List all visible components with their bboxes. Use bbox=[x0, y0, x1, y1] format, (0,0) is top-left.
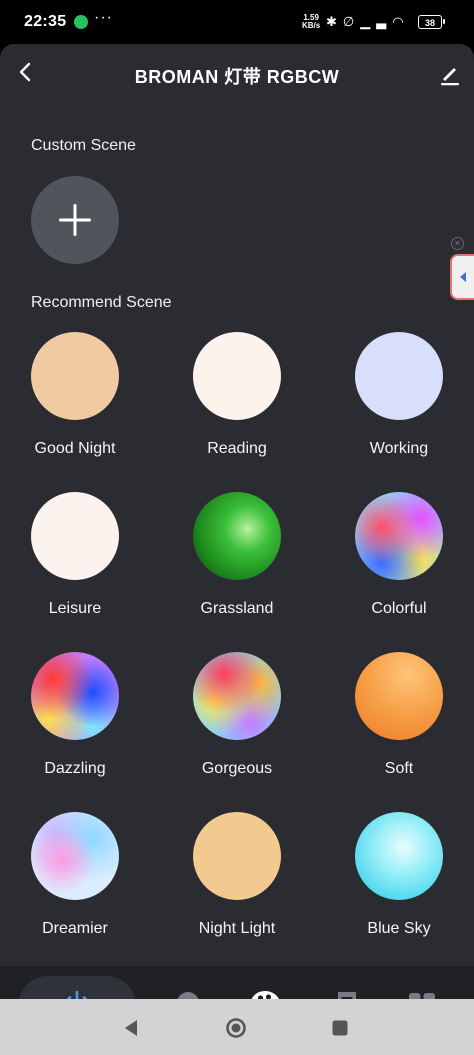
nav-more[interactable] bbox=[404, 988, 440, 999]
scene-swatch bbox=[355, 492, 443, 580]
scene-dazzling[interactable]: Dazzling bbox=[0, 652, 150, 778]
scene-leisure[interactable]: Leisure bbox=[0, 492, 150, 618]
edit-button[interactable] bbox=[438, 62, 462, 86]
floating-close-icon[interactable]: ✕ bbox=[451, 237, 464, 250]
signal-icon: ▁▃ bbox=[360, 14, 393, 29]
scene-label: Leisure bbox=[48, 600, 102, 617]
scene-blue-sky[interactable]: Blue Sky bbox=[324, 812, 474, 938]
scene-swatch bbox=[31, 812, 119, 900]
scene-swatch bbox=[355, 812, 443, 900]
battery-icon: 38 bbox=[418, 15, 445, 29]
scene-swatch bbox=[31, 332, 119, 420]
add-scene-button[interactable] bbox=[31, 176, 119, 264]
custom-scene-title: Custom Scene bbox=[31, 137, 136, 154]
nav-light[interactable] bbox=[170, 988, 206, 999]
mute-icon: ∅ bbox=[342, 14, 361, 29]
scene-swatch bbox=[193, 332, 281, 420]
scene-working[interactable]: Working bbox=[324, 332, 474, 458]
power-icon bbox=[66, 990, 88, 999]
scene-label: Good Night bbox=[34, 440, 116, 457]
scene-colorful[interactable]: Colorful bbox=[324, 492, 474, 618]
scene-swatch bbox=[355, 652, 443, 740]
system-back-button[interactable] bbox=[120, 1017, 142, 1039]
scene-label: Gorgeous bbox=[201, 760, 273, 777]
plus-icon bbox=[59, 204, 91, 236]
nav-music[interactable] bbox=[325, 988, 361, 999]
square-recents-icon bbox=[332, 1020, 348, 1036]
chat-app-icon bbox=[74, 15, 88, 29]
network-speed-unit: KB/s bbox=[302, 21, 321, 30]
scene-swatch bbox=[193, 812, 281, 900]
bulb-icon bbox=[177, 992, 199, 999]
pencil-icon bbox=[441, 68, 459, 86]
nav-power[interactable] bbox=[59, 988, 95, 999]
status-bar: 22:35 ··· 1.59 KB/s ✱∅▁▃◠ 38 bbox=[0, 0, 474, 44]
grid-icon bbox=[409, 993, 435, 999]
music-icon bbox=[338, 992, 356, 999]
header: BROMAN 灯带 RGBCW bbox=[0, 44, 474, 104]
recommend-scene-title: Recommend Scene bbox=[31, 294, 172, 311]
scene-swatch bbox=[31, 492, 119, 580]
page-title: BROMAN 灯带 RGBCW bbox=[134, 67, 340, 87]
scene-night-light[interactable]: Night Light bbox=[162, 812, 312, 938]
scene-label: Soft bbox=[384, 760, 414, 777]
system-home-button[interactable] bbox=[225, 1017, 247, 1039]
more-notifications-icon: ··· bbox=[94, 9, 113, 26]
scene-reading[interactable]: Reading bbox=[162, 332, 312, 458]
wifi-icon: ◠ bbox=[392, 14, 410, 29]
scene-swatch bbox=[193, 492, 281, 580]
scene-good-night[interactable]: Good Night bbox=[0, 332, 150, 458]
circle-home-icon bbox=[226, 1018, 246, 1038]
scene-gorgeous[interactable]: Gorgeous bbox=[162, 652, 312, 778]
system-recents-button[interactable] bbox=[329, 1017, 351, 1039]
status-icons: ✱∅▁▃◠ bbox=[326, 14, 410, 30]
scene-screen: BROMAN 灯带 RGBCW Custom Scene Recommend S… bbox=[0, 44, 474, 999]
scene-swatch bbox=[355, 332, 443, 420]
network-speed: 1.59 KB/s bbox=[302, 14, 320, 30]
scene-label: Blue Sky bbox=[367, 920, 431, 937]
scene-soft[interactable]: Soft bbox=[324, 652, 474, 778]
bluetooth-icon: ✱ bbox=[326, 14, 343, 29]
scene-grassland[interactable]: Grassland bbox=[162, 492, 312, 618]
system-nav-bar bbox=[0, 999, 474, 1055]
scene-label: Grassland bbox=[200, 600, 274, 617]
scene-label: Colorful bbox=[371, 600, 427, 617]
scene-label: Night Light bbox=[198, 920, 276, 937]
nav-scene[interactable] bbox=[247, 988, 283, 999]
scene-label: Working bbox=[369, 440, 429, 457]
scene-swatch bbox=[193, 652, 281, 740]
floating-side-tab[interactable] bbox=[450, 254, 474, 300]
palette-icon bbox=[251, 991, 279, 999]
scene-dreamier[interactable]: Dreamier bbox=[0, 812, 150, 938]
triangle-back-icon bbox=[125, 1020, 137, 1036]
bottom-nav bbox=[0, 966, 474, 999]
scene-swatch bbox=[31, 652, 119, 740]
scene-label: Dreamier bbox=[42, 920, 108, 937]
scene-label: Reading bbox=[207, 440, 267, 457]
scene-label: Dazzling bbox=[44, 760, 106, 777]
status-time: 22:35 bbox=[24, 13, 67, 30]
triangle-left-icon bbox=[460, 272, 466, 282]
